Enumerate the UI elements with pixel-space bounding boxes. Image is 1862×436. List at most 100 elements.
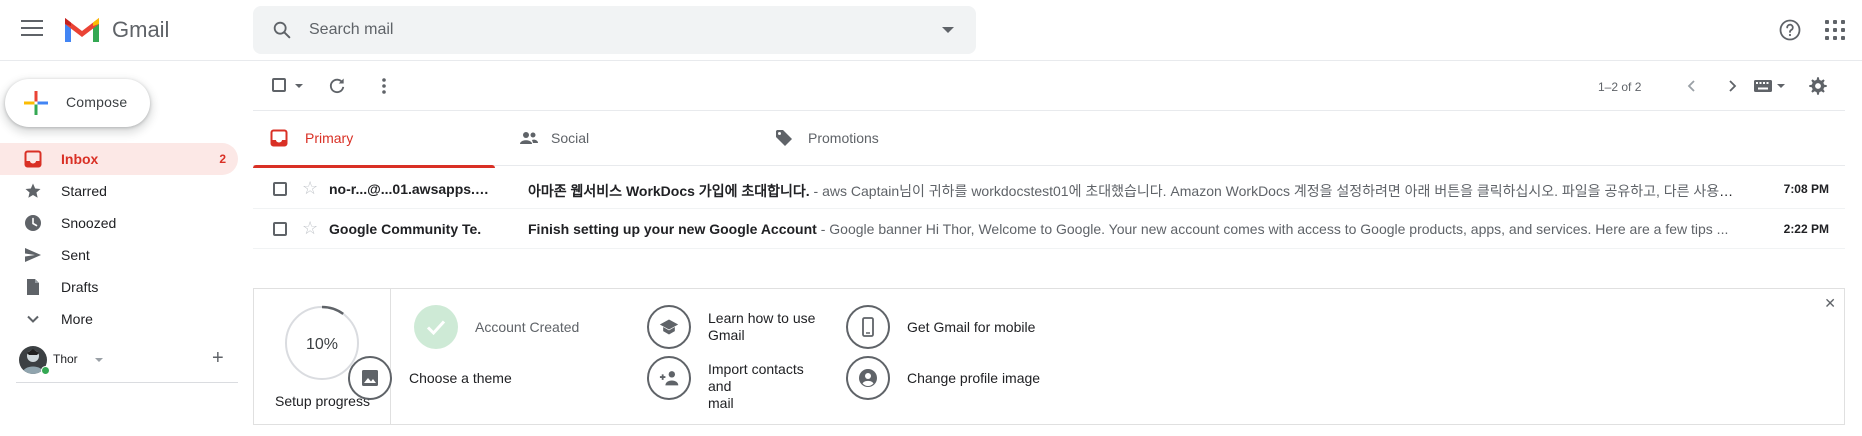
phone-icon: [846, 305, 890, 349]
select-options-icon[interactable]: [295, 84, 303, 88]
sidebar-item-label: Snoozed: [61, 215, 117, 231]
sidebar-item-label: Inbox: [61, 151, 99, 167]
sidebar-item-inbox[interactable]: Inbox 2: [0, 143, 238, 175]
row-checkbox[interactable]: [273, 182, 287, 196]
inbox-icon: [24, 150, 42, 168]
email-sender: Google Community Te.: [329, 221, 482, 237]
active-tab-indicator: [253, 165, 495, 168]
keyboard-icon[interactable]: [1753, 79, 1773, 96]
email-time: 7:08 PM: [1783, 182, 1829, 196]
school-icon: [647, 305, 691, 349]
apps-icon[interactable]: [1825, 20, 1845, 40]
star-icon: [24, 182, 42, 200]
select-all-checkbox[interactable]: [272, 78, 286, 92]
sidebar-item-more[interactable]: More: [0, 303, 238, 335]
presence-indicator: [41, 366, 50, 375]
email-subject: 아마존 웹서비스 WorkDocs 가입에 초대합니다.: [528, 183, 810, 199]
menu-icon[interactable]: [21, 20, 43, 38]
search-bar[interactable]: [253, 6, 976, 54]
more-vert-icon[interactable]: [374, 76, 394, 99]
tab-label: Social: [551, 130, 590, 146]
sidebar-item-sent[interactable]: Sent: [0, 239, 238, 271]
star-icon[interactable]: ☆: [302, 179, 318, 197]
task-import-contacts[interactable]: Import contacts and mail: [647, 356, 827, 411]
chevron-down-icon[interactable]: [95, 358, 103, 362]
unread-count: 2: [219, 152, 226, 166]
email-list: ☆ no-r...@...01.awsapps.c... 아마존 웹서비스 Wo…: [253, 169, 1845, 249]
email-snippet: aws Captain님이 귀하를 workdocstest01에 초대했습니다…: [822, 183, 1738, 199]
help-icon[interactable]: [1778, 18, 1802, 45]
task-choose-theme[interactable]: Choose a theme: [348, 356, 528, 400]
sidebar-item-label: Sent: [61, 247, 90, 263]
star-icon[interactable]: ☆: [302, 219, 318, 237]
email-snippet: Google banner Hi Thor, Welcome to Google…: [829, 221, 1729, 237]
task-label: Learn how to use Gmail: [708, 310, 816, 343]
setup-panel: ✕ 10% Setup progress Account Created Lea…: [253, 288, 1845, 425]
row-checkbox[interactable]: [273, 222, 287, 236]
add-icon[interactable]: +: [212, 348, 224, 368]
image-icon: [348, 356, 392, 400]
draft-icon: [24, 278, 42, 296]
category-tabs: Primary Social Promotions: [253, 110, 1845, 168]
send-icon: [24, 246, 42, 264]
tab-social[interactable]: Social: [519, 111, 761, 167]
task-label: Change profile image: [907, 370, 1041, 386]
sidebar-nav: Inbox 2 Starred Snoozed Sent Drafts More: [0, 143, 238, 335]
close-icon[interactable]: ✕: [1824, 295, 1836, 312]
pager-text: 1–2 of 2: [1598, 80, 1642, 94]
task-change-profile[interactable]: Change profile image: [846, 356, 1046, 400]
top-header: Gmail: [0, 0, 1862, 61]
task-account-created[interactable]: Account Created: [414, 305, 594, 349]
email-row[interactable]: ☆ no-r...@...01.awsapps.c... 아마존 웹서비스 Wo…: [253, 169, 1845, 209]
tab-label: Primary: [305, 130, 354, 146]
email-subject: Finish setting up your new Google Accoun…: [528, 221, 817, 237]
task-gmail-mobile[interactable]: Get Gmail for mobile: [846, 305, 1046, 349]
search-icon[interactable]: [271, 19, 293, 44]
chevron-down-icon: [24, 310, 42, 328]
clock-icon: [24, 214, 42, 232]
email-time: 2:22 PM: [1783, 222, 1829, 236]
compose-plus-icon: [24, 91, 48, 118]
refresh-icon[interactable]: [327, 76, 347, 99]
email-content: 아마존 웹서비스 WorkDocs 가입에 초대합니다. - aws Capta…: [528, 181, 1738, 201]
sidebar-item-label: More: [61, 311, 93, 327]
tab-label: Promotions: [808, 130, 879, 146]
sidebar-item-snoozed[interactable]: Snoozed: [0, 207, 238, 239]
app-name: Gmail: [112, 17, 170, 42]
task-label: Choose a theme: [409, 370, 512, 386]
search-options-icon[interactable]: [942, 27, 954, 33]
chevron-right-icon[interactable]: [1723, 77, 1741, 98]
search-input[interactable]: [309, 16, 909, 44]
tab-promotions[interactable]: Promotions: [775, 111, 1017, 167]
email-content: Finish setting up your new Google Accoun…: [528, 221, 1729, 237]
chevron-left-icon[interactable]: [1683, 77, 1701, 98]
gmail-logo[interactable]: [62, 14, 102, 47]
sidebar-item-starred[interactable]: Starred: [0, 175, 238, 207]
task-label: Import contacts and mail: [708, 361, 804, 411]
compose-button[interactable]: Compose: [5, 79, 150, 127]
divider: [16, 382, 238, 383]
compose-label: Compose: [66, 94, 128, 110]
progress-value: 10%: [305, 336, 339, 353]
sidebar-item-label: Drafts: [61, 279, 99, 295]
people-icon: [519, 129, 539, 150]
check-icon: [414, 305, 458, 349]
task-learn-gmail[interactable]: Learn how to use Gmail: [647, 305, 827, 349]
tab-primary[interactable]: Primary: [253, 111, 495, 168]
input-tools-options-icon[interactable]: [1777, 84, 1785, 88]
sidebar-item-drafts[interactable]: Drafts: [0, 271, 238, 303]
account-hangouts: Thor +: [0, 344, 238, 384]
email-sender: no-r...@...01.awsapps.c...: [329, 181, 494, 197]
inbox-icon: [270, 129, 288, 150]
person-add-icon: [647, 356, 691, 400]
task-label: Get Gmail for mobile: [907, 319, 1036, 335]
gear-icon[interactable]: [1808, 76, 1828, 99]
task-label: Account Created: [475, 319, 580, 335]
email-row[interactable]: ☆ Google Community Te. Finish setting up…: [253, 209, 1845, 249]
account-circle-icon: [846, 356, 890, 400]
tag-icon: [775, 129, 793, 150]
sidebar-item-label: Starred: [61, 183, 107, 199]
account-name: Thor: [53, 352, 78, 366]
mail-toolbar: 1–2 of 2: [253, 70, 1851, 110]
